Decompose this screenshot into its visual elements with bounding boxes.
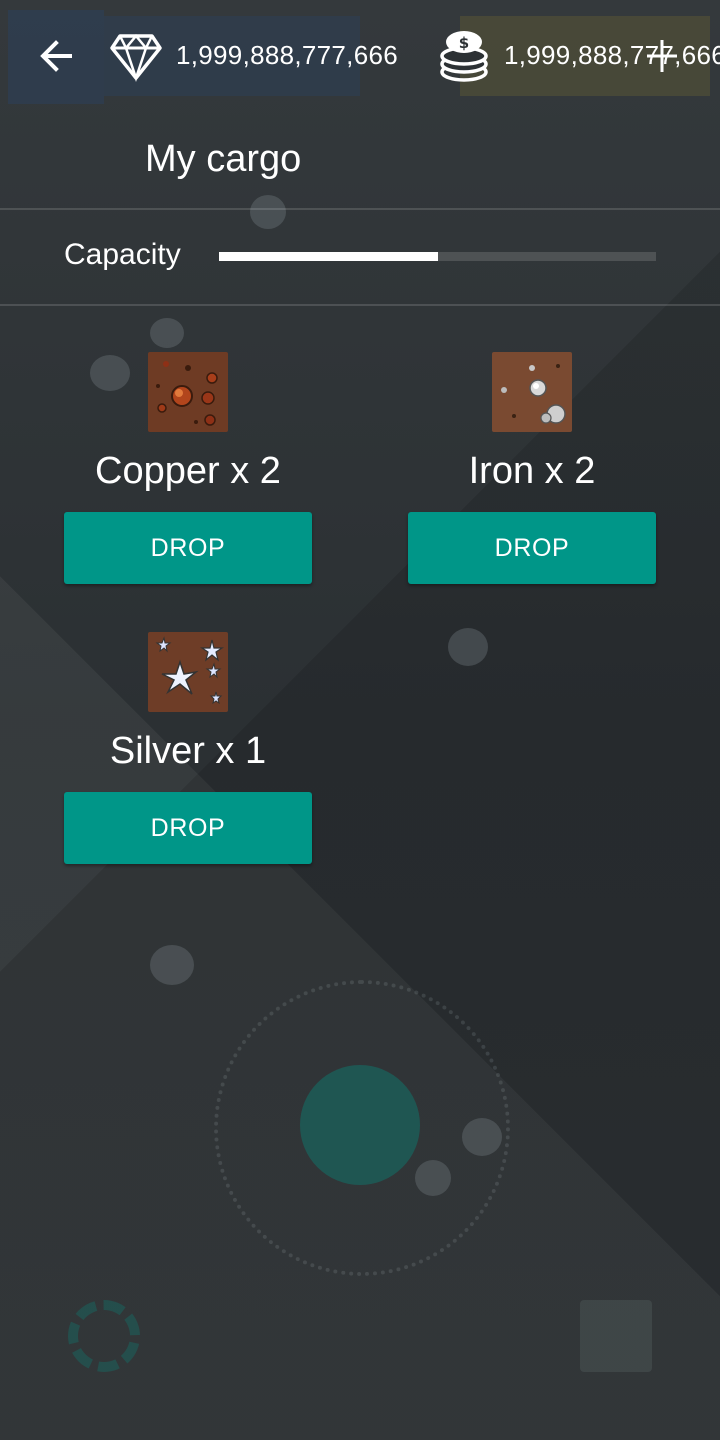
coins-amount: 1,999,888,777,666 [504, 40, 720, 70]
back-button[interactable] [28, 28, 84, 84]
cargo-item-name: Silver x 1 [109, 730, 267, 772]
capacity-label: Capacity [64, 238, 181, 271]
top-bar: 1,999,888,777,666 $ 1,999,888,777,666 [0, 0, 720, 112]
capacity-bar-fill [219, 252, 438, 261]
divider [0, 208, 720, 210]
drop-silver-button[interactable]: DROP [64, 792, 312, 864]
silver-ore-icon [148, 632, 228, 712]
svg-text:$: $ [459, 34, 469, 52]
arrow-left-icon [40, 40, 72, 72]
cargo-item-copper: Copper x 2 DROP [64, 352, 312, 592]
capacity-bar [219, 252, 656, 261]
drop-iron-button[interactable]: DROP [408, 512, 656, 584]
copper-ore-icon [148, 352, 228, 432]
gems-amount: 1,999,888,777,666 [176, 40, 398, 70]
cargo-item-name: Iron x 2 [468, 450, 596, 492]
plus-icon [647, 40, 677, 72]
cargo-item-name: Copper x 2 [95, 450, 281, 492]
cargo-item-iron: Iron x 2 DROP [408, 352, 656, 592]
diamond-icon [110, 34, 162, 82]
iron-ore-icon [492, 352, 572, 432]
cargo-overlay: 1,999,888,777,666 $ 1,999,888,777,666 My… [0, 0, 720, 1440]
add-currency-button[interactable] [644, 36, 680, 76]
coin-stack-icon: $ [440, 31, 488, 82]
divider [0, 304, 720, 306]
dialog-title: My cargo [145, 138, 302, 180]
cargo-item-silver: Silver x 1 DROP [64, 632, 312, 872]
drop-copper-button[interactable]: DROP [64, 512, 312, 584]
